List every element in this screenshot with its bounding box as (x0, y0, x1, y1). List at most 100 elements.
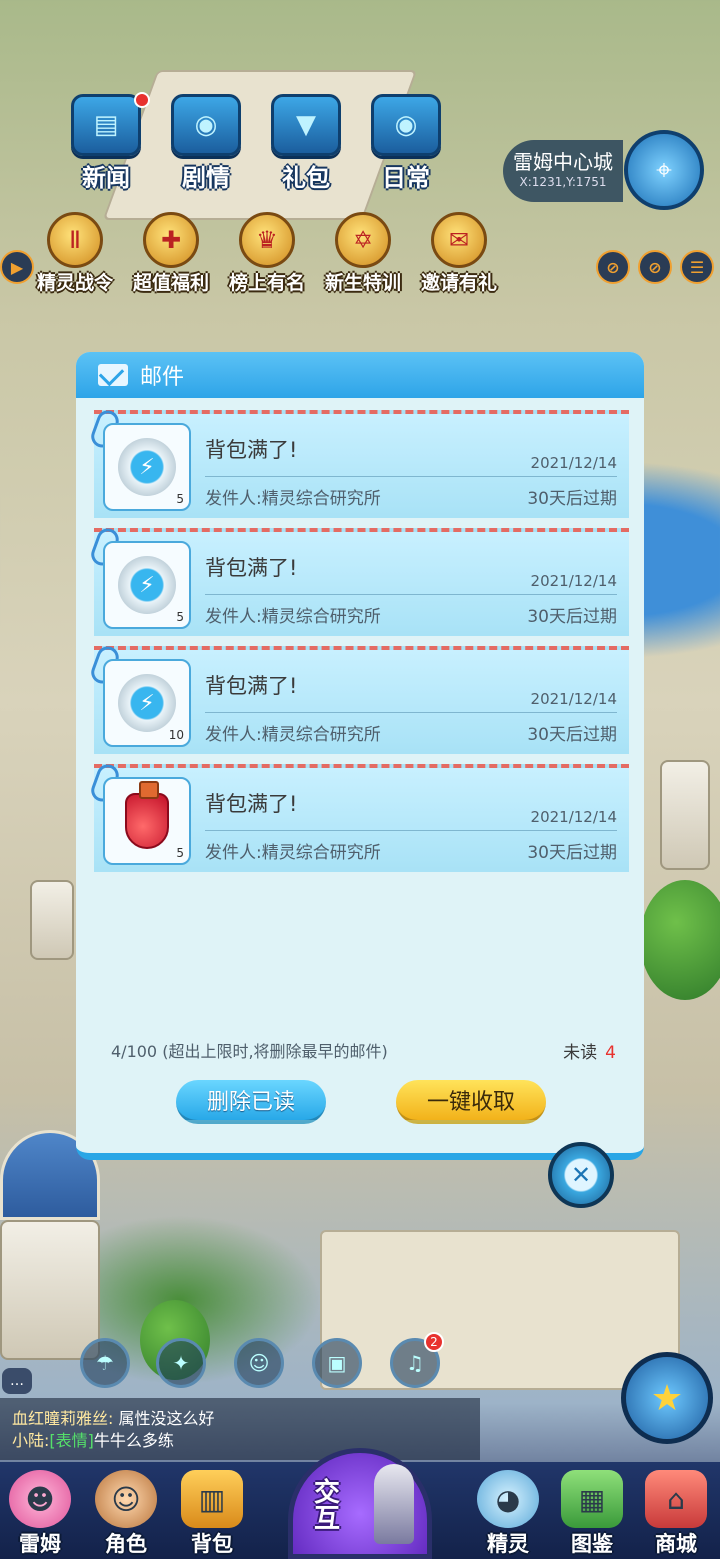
mail-expiry: 30天后过期 (527, 725, 617, 745)
tab-label: 背包 (191, 1532, 233, 1556)
mail-expiry: 30天后过期 (527, 843, 617, 863)
tab-encyclopedia[interactable]: ▦ 图鉴 (552, 1470, 632, 1558)
activity-invite[interactable]: ✉ 邀请有礼 (404, 212, 514, 295)
quick-action-4[interactable]: ▣ (312, 1338, 362, 1388)
mail-header: 邮件 (76, 352, 644, 398)
mail-item[interactable]: ⚡ 5 背包满了! 2021/12/14 发件人:精灵综合研究所 30天后过期 (88, 525, 629, 636)
attachment-slot[interactable]: ⚡ 5 (103, 541, 191, 629)
unread-count: 4 (605, 1043, 616, 1063)
unread-counter: 未读 4 (563, 1038, 616, 1063)
bell-icon: ♫ (406, 1351, 424, 1375)
spirit-icon: ◕ (477, 1470, 539, 1528)
daily-button[interactable]: ◉ 日常 (358, 94, 454, 194)
gift-box-icon: ▼ (271, 94, 341, 156)
news-label: 新闻 (82, 164, 130, 192)
activity-label: 邀请有礼 (420, 272, 497, 294)
mail-capacity-note: 4/100 (超出上限时,将删除最早的邮件) (111, 1042, 388, 1061)
attachment-qty: 5 (176, 492, 184, 506)
tab-character[interactable]: ☺ 角色 (86, 1470, 166, 1558)
activity-label: 超值福利 (132, 272, 209, 294)
tab-label: 商城 (655, 1532, 697, 1556)
battle-pass-icon: Ⅱ (47, 212, 103, 268)
mail-item[interactable]: ⚡ 10 背包满了! 2021/12/14 发件人:精灵综合研究所 30天后过期 (88, 643, 629, 754)
mute-icon: ⊘ (606, 257, 620, 277)
activity-label: 精灵战令 (36, 272, 113, 294)
chat-sender: 小陆: (12, 1431, 50, 1450)
daily-label: 日常 (382, 164, 430, 192)
unread-label: 未读 (563, 1043, 598, 1063)
divider (205, 594, 617, 595)
tab-leimu[interactable]: ☻ 雷姆 (0, 1470, 80, 1558)
background-plaza-stairs (320, 1230, 680, 1390)
gift-pack-button[interactable]: ▼ 礼包 (258, 94, 354, 194)
chat-line: 血红瞳莉雅丝: 属性没这么好 (12, 1408, 468, 1430)
mail-expiry: 30天后过期 (527, 607, 617, 627)
envelope-icon (98, 364, 128, 386)
gift-pack-label: 礼包 (282, 164, 330, 192)
mail-sender: 发件人:精灵综合研究所 (205, 843, 381, 863)
delete-read-button[interactable]: 删除已读 (176, 1080, 326, 1124)
attachment-qty: 5 (176, 846, 184, 860)
gear-core-icon: ⚡ (118, 674, 176, 732)
encyclopedia-icon: ▦ (561, 1470, 623, 1528)
shop-icon: ⌂ (645, 1470, 707, 1528)
quick-action-1[interactable]: ☂ (80, 1338, 130, 1388)
chat-feed[interactable]: 血红瞳莉雅丝: 属性没这么好 小陆:[表情]牛牛么多练 (0, 1398, 480, 1460)
chat-emote-tag: [表情] (49, 1431, 94, 1450)
location-panel: 雷姆中心城 X:1231,Y:1751 (503, 140, 623, 202)
location-name: 雷姆中心城 (513, 150, 613, 174)
chat-bubble-icon[interactable]: … (2, 1368, 32, 1394)
chat-sender: 血红瞳莉雅丝: (12, 1409, 114, 1428)
attachment-qty: 10 (168, 728, 184, 742)
mail-expiry: 30天后过期 (527, 489, 617, 509)
mail-date: 2021/12/14 (530, 808, 617, 826)
activity-battle-pass[interactable]: Ⅱ 精灵战令 (20, 212, 130, 295)
quick-action-2[interactable]: ✦ (156, 1338, 206, 1388)
attachment-slot[interactable]: ⚡ 10 (103, 659, 191, 747)
attachment-slot[interactable]: 5 (103, 777, 191, 865)
map-button[interactable]: ⌖ (624, 130, 704, 210)
star-badge-icon: ✡ (335, 212, 391, 268)
mail-item[interactable]: 5 背包满了! 2021/12/14 发件人:精灵综合研究所 30天后过期 (88, 761, 629, 872)
activity-leaderboard[interactable]: ♛ 榜上有名 (212, 212, 322, 295)
mail-item[interactable]: ⚡ 5 背包满了! 2021/12/14 发件人:精灵综合研究所 30天后过期 (88, 407, 629, 518)
panda-icon: ☺ (248, 1351, 270, 1375)
mail-subject: 背包满了! (205, 674, 298, 698)
collect-all-button[interactable]: 一键收取 (396, 1080, 546, 1124)
tab-backpack[interactable]: ▥ 背包 (172, 1470, 252, 1558)
screen-icon: ▣ (327, 1351, 347, 1375)
map-icon: ⌖ (656, 153, 672, 186)
divider (205, 476, 617, 477)
welfare-gift-icon: ✚ (143, 212, 199, 268)
player-avatar (373, 1463, 414, 1544)
tab-spirit[interactable]: ◕ 精灵 (468, 1470, 548, 1558)
mail-date: 2021/12/14 (530, 572, 617, 590)
star-wand-button[interactable]: ★ (621, 1352, 713, 1444)
tab-shop[interactable]: ⌂ 商城 (636, 1470, 716, 1558)
chat-text: 属性没这么好 (118, 1409, 215, 1428)
attachment-qty: 5 (176, 610, 184, 624)
gear-core-icon: ⚡ (118, 556, 176, 614)
mail-title: 邮件 (140, 365, 185, 390)
close-mail-button[interactable]: ✕ (548, 1142, 614, 1208)
expand-left-button[interactable]: ▶ (0, 250, 34, 284)
team-icon: ✦ (172, 1351, 190, 1375)
red-potion-icon (125, 781, 169, 849)
background-tower (0, 1220, 100, 1360)
story-label: 剧情 (182, 164, 230, 192)
close-icon: ✕ (570, 1161, 592, 1189)
newspaper-icon: ▤ (71, 94, 141, 156)
story-button[interactable]: ◉ 剧情 (158, 94, 254, 194)
chat-line: 小陆:[表情]牛牛么多练 (12, 1430, 468, 1452)
backpack-icon: ▥ (181, 1470, 243, 1528)
news-button[interactable]: ▤ 新闻 (58, 92, 154, 194)
mute-toggle-button[interactable]: ⊘ (596, 250, 630, 284)
attachment-slot[interactable]: ⚡ 5 (103, 423, 191, 511)
activity-welfare[interactable]: ✚ 超值福利 (116, 212, 226, 295)
activity-training[interactable]: ✡ 新生特训 (308, 212, 418, 295)
menu-icon: ☰ (689, 257, 705, 277)
mail-date: 2021/12/14 (530, 690, 617, 708)
menu-toggle-button[interactable]: ☰ (680, 250, 714, 284)
quick-action-3[interactable]: ☺ (234, 1338, 284, 1388)
hide-toggle-button[interactable]: ⊘ (638, 250, 672, 284)
